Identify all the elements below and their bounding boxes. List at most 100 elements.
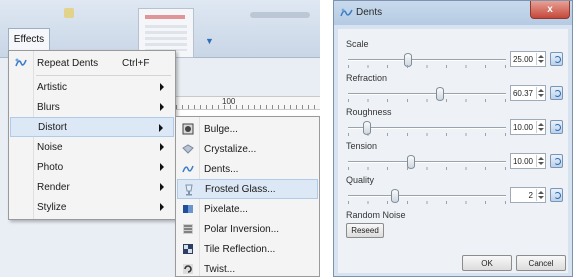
toolbar-icon[interactable]	[64, 8, 74, 18]
dents-icon	[182, 165, 194, 173]
spinner-arrows-icon[interactable]	[536, 155, 544, 167]
cancel-label: Cancel	[528, 258, 554, 268]
submenu-arrow-icon	[160, 183, 164, 191]
menu-item-label: Tile Reflection...	[204, 243, 276, 255]
submenu-arrow-icon	[160, 83, 164, 91]
refraction-label: Refraction	[346, 73, 388, 83]
cancel-button[interactable]: Cancel	[516, 255, 566, 271]
menu-item-render[interactable]: Render	[10, 177, 174, 197]
menu-item-label: Bulge...	[204, 123, 238, 135]
spinner-arrows-icon[interactable]	[536, 87, 544, 99]
menu-item-label: Crystalize...	[204, 143, 257, 155]
submenu-arrow-icon	[160, 203, 164, 211]
menu-item-artistic[interactable]: Artistic	[10, 77, 174, 97]
quality-value: 2	[528, 191, 533, 200]
tension-label: Tension	[346, 141, 378, 151]
menu-item-tile-reflection[interactable]: Tile Reflection...	[177, 239, 318, 259]
quality-label: Quality	[346, 175, 375, 185]
menu-item-dents[interactable]: Dents...	[177, 159, 318, 179]
close-icon: x	[547, 4, 553, 15]
effects-menu: Repeat Dents Ctrl+F Artistic Blurs Disto…	[8, 50, 176, 220]
spinner-arrows-icon[interactable]	[536, 189, 544, 201]
roughness-slider[interactable]	[348, 121, 506, 135]
menu-item-blurs[interactable]: Blurs	[10, 97, 174, 117]
dialog-body: Scale 25.00 Refraction 60.37 Roughness 1…	[338, 29, 568, 273]
menu-item-bulge[interactable]: Bulge...	[177, 119, 318, 139]
menu-item-label: Stylize	[37, 201, 67, 213]
dialog-title-bar[interactable]: Dents x	[334, 1, 572, 25]
menu-item-label: Dents...	[204, 163, 239, 175]
distort-submenu: Bulge... Crystalize... Dents... Frosted …	[175, 116, 320, 277]
random-noise-label: Random Noise	[346, 210, 406, 220]
ok-button[interactable]: OK	[462, 255, 512, 271]
spinner-arrows-icon[interactable]	[536, 53, 544, 65]
menu-item-repeat-dents[interactable]: Repeat Dents Ctrl+F	[10, 53, 174, 73]
tension-input[interactable]: 10.00	[510, 153, 546, 169]
slider-ticks	[348, 133, 506, 136]
menu-item-label: Distort	[38, 121, 67, 133]
menu-item-label: Frosted Glass...	[205, 183, 276, 195]
menu-item-polar-inversion[interactable]: Polar Inversion...	[177, 219, 318, 239]
submenu-arrow-icon	[160, 103, 164, 111]
reseed-button[interactable]: Reseed	[346, 223, 384, 238]
refraction-value: 60.37	[512, 89, 533, 98]
scale-slider[interactable]	[348, 53, 506, 67]
close-button[interactable]: x	[530, 1, 570, 19]
menu-item-label: Polar Inversion...	[204, 223, 280, 235]
roughness-reset-button[interactable]	[550, 120, 563, 134]
menu-item-crystalize[interactable]: Crystalize...	[177, 139, 318, 159]
dents-dialog: Dents x Scale 25.00 Refraction 60.37 Rou…	[333, 0, 573, 277]
menu-item-twist[interactable]: Twist...	[177, 259, 318, 277]
effects-menu-tab[interactable]: Effects	[8, 28, 50, 50]
frosted-glass-icon	[185, 184, 193, 196]
dialog-title: Dents	[356, 7, 383, 18]
menu-item-shortcut: Ctrl+F	[122, 57, 150, 69]
pixelate-icon	[183, 205, 193, 213]
tile-reflection-icon	[183, 244, 193, 254]
refraction-input[interactable]: 60.37	[510, 85, 546, 101]
menu-item-label: Render	[37, 181, 70, 193]
crystalize-icon	[182, 144, 194, 154]
quality-reset-button[interactable]	[550, 188, 563, 202]
scale-value: 25.00	[512, 55, 533, 64]
roughness-value: 10.00	[512, 123, 533, 132]
dents-icon	[340, 8, 353, 17]
spinner-arrows-icon[interactable]	[536, 121, 544, 133]
menu-item-photo[interactable]: Photo	[10, 157, 174, 177]
reseed-label: Reseed	[351, 226, 379, 235]
refraction-slider[interactable]	[348, 87, 506, 101]
menu-item-label: Noise	[37, 141, 63, 153]
menu-item-pixelate[interactable]: Pixelate...	[177, 199, 318, 219]
menu-item-label: Twist...	[204, 263, 236, 275]
thumbnail-arrow-icon[interactable]: ▼	[205, 36, 214, 46]
submenu-arrow-icon	[160, 163, 164, 171]
dents-icon	[15, 58, 27, 67]
scale-input[interactable]: 25.00	[510, 51, 546, 67]
polar-inversion-icon	[183, 224, 193, 234]
roughness-label: Roughness	[346, 107, 392, 117]
quality-slider[interactable]	[348, 189, 506, 203]
menu-separator	[36, 75, 171, 76]
scale-reset-button[interactable]	[550, 52, 563, 66]
menu-item-frosted-glass[interactable]: Frosted Glass...	[177, 179, 318, 199]
menu-item-noise[interactable]: Noise	[10, 137, 174, 157]
menu-item-label: Photo	[37, 161, 64, 173]
slider-ticks	[348, 201, 506, 204]
menu-item-distort[interactable]: Distort	[10, 117, 174, 137]
tension-reset-button[interactable]	[550, 154, 563, 168]
tension-value: 10.00	[512, 157, 533, 166]
bulge-icon	[182, 123, 194, 135]
menu-item-stylize[interactable]: Stylize	[10, 197, 174, 217]
refraction-reset-button[interactable]	[550, 86, 563, 100]
quality-input[interactable]: 2	[510, 187, 546, 203]
tension-slider[interactable]	[348, 155, 506, 169]
submenu-arrow-icon	[160, 143, 164, 151]
paint-app-window: ▼ 100 Effects Repeat Dents Ctrl+F Artist…	[0, 0, 320, 277]
roughness-input[interactable]: 10.00	[510, 119, 546, 135]
twist-icon	[183, 264, 193, 274]
menu-item-label: Pixelate...	[204, 203, 248, 215]
scale-label: Scale	[346, 39, 369, 49]
menu-item-label: Artistic	[37, 81, 67, 93]
ok-label: OK	[481, 258, 493, 268]
slider-ticks	[348, 167, 506, 170]
